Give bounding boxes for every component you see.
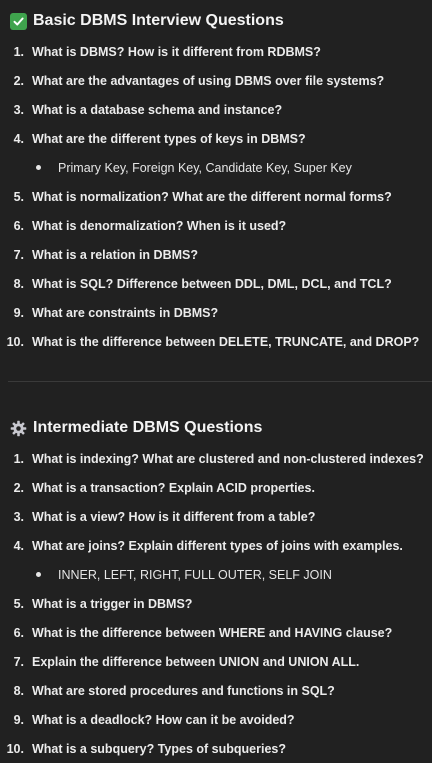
list-item: 7. Explain the difference between UNION a…: [13, 654, 360, 669]
list-item: 8. What are stored procedures and functio…: [13, 683, 335, 698]
gear-icon: [9, 419, 27, 437]
list-item: 1. What is indexing? What are clustered a…: [13, 451, 424, 466]
list-item: 8. What is SQL? Difference between DDL, D…: [13, 276, 392, 291]
list-item: 9. What are constraints in DBMS?: [13, 305, 219, 320]
basic-questions-section: Basic DBMS Interview Questions 1. What is…: [0, 8, 432, 356]
basic-question-list: 1. What is DBMS? How is it different from…: [0, 37, 432, 356]
list-item: 1. What is DBMS? How is it different from…: [13, 44, 321, 59]
basic-section-header: Basic DBMS Interview Questions: [0, 8, 432, 34]
list-item: 4. What are the different types of keys i…: [13, 131, 306, 146]
list-item: 9. What is a deadlock? How can it be avoi…: [13, 712, 295, 727]
sub-list-item: Primary Key, Foreign Key, Candidate Key,…: [0, 153, 432, 182]
intermediate-question-list: 1. What is indexing? What are clustered a…: [0, 444, 432, 763]
intermediate-section-header: Intermediate DBMS Questions: [0, 415, 432, 441]
list-item: 4. What are joins? Explain different type…: [13, 538, 403, 553]
check-mark-icon: [9, 12, 27, 30]
basic-section-title: Basic DBMS Interview Questions: [33, 12, 284, 29]
list-item: 7. What is a relation in DBMS?: [13, 247, 198, 262]
bullet-icon: [36, 165, 41, 170]
list-item: 6. What is denormalization? When is it us…: [13, 218, 287, 233]
list-item: 5. What is normalization? What are the di…: [13, 189, 392, 204]
list-item: 3. What is a database schema and instance…: [13, 102, 283, 117]
sub-list-item: INNER, LEFT, RIGHT, FULL OUTER, SELF JOI…: [0, 560, 432, 589]
list-item: 3. What is a view? How is it different fr…: [13, 509, 316, 524]
list-item: 10. What is the difference between DELETE…: [6, 334, 420, 349]
bullet-icon: [36, 572, 41, 577]
section-divider: [8, 381, 432, 382]
list-item: 2. What is a transaction? Explain ACID pr…: [13, 480, 315, 495]
list-item: 10. What is a subquery? Types of subqueri…: [6, 741, 286, 756]
list-item: 5. What is a trigger in DBMS?: [13, 596, 193, 611]
intermediate-section-title: Intermediate DBMS Questions: [33, 419, 263, 436]
list-item: 2. What are the advantages of using DBMS …: [13, 73, 385, 88]
list-item: 6. What is the difference between WHERE a…: [13, 625, 393, 640]
intermediate-questions-section: Intermediate DBMS Questions 1. What is in…: [0, 415, 432, 763]
